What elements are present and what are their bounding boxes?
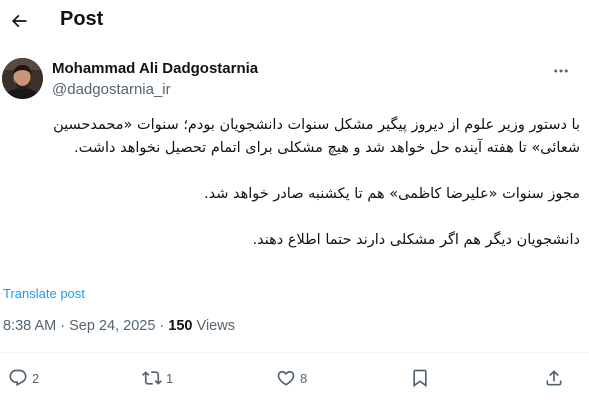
page-title: Post — [60, 8, 104, 30]
share-button[interactable] — [544, 367, 564, 389]
post-paragraph: با دستور وزیر علوم از دیروز پیگیر مشکل س… — [53, 117, 580, 156]
views-label: Views — [196, 318, 235, 334]
divider — [0, 352, 589, 353]
like-button[interactable]: 8 — [276, 367, 307, 389]
back-button[interactable] — [4, 6, 34, 36]
post-date[interactable]: Sep 24, 2025 — [69, 318, 155, 334]
bookmark-icon — [413, 369, 427, 388]
bookmark-button[interactable] — [410, 367, 430, 389]
author-name[interactable]: Mohammad Ali Dadgostarnia — [52, 60, 258, 77]
share-icon — [546, 370, 562, 386]
like-count: 8 — [300, 370, 308, 386]
repost-icon — [142, 371, 162, 385]
post-header: Post — [0, 0, 589, 42]
post-paragraph: دانشجویان دیگر هم اگر مشکلی دارند حتما ا… — [252, 232, 580, 248]
repost-count: 1 — [166, 370, 174, 386]
arrow-left-icon — [11, 14, 27, 28]
translate-post-link[interactable]: Translate post — [3, 286, 85, 301]
avatar-photo — [2, 58, 43, 99]
heart-icon — [277, 370, 295, 386]
post-time[interactable]: 8:38 AM — [3, 318, 56, 334]
views-count: 150 — [168, 318, 193, 334]
reply-count: 2 — [32, 370, 40, 386]
author-handle[interactable]: @dadgostarnia_ir — [52, 81, 171, 98]
more-options-icon — [554, 69, 568, 73]
post-paragraph: مجوز سنوات «علیرضا کاظمی» هم تا یکشنبه ص… — [204, 186, 580, 202]
more-options-button[interactable] — [548, 58, 574, 84]
avatar[interactable] — [2, 58, 43, 99]
reply-icon — [9, 369, 27, 387]
meta-separator: · — [60, 318, 66, 334]
post-text: با دستور وزیر علوم از دیروز پیگیر مشکل س… — [8, 114, 580, 252]
reply-button[interactable]: 2 — [8, 367, 39, 389]
post-metadata: 8:38 AM · Sep 24, 2025 · 150 Views — [3, 318, 235, 334]
repost-button[interactable]: 1 — [142, 367, 173, 389]
meta-separator: · — [159, 318, 165, 334]
